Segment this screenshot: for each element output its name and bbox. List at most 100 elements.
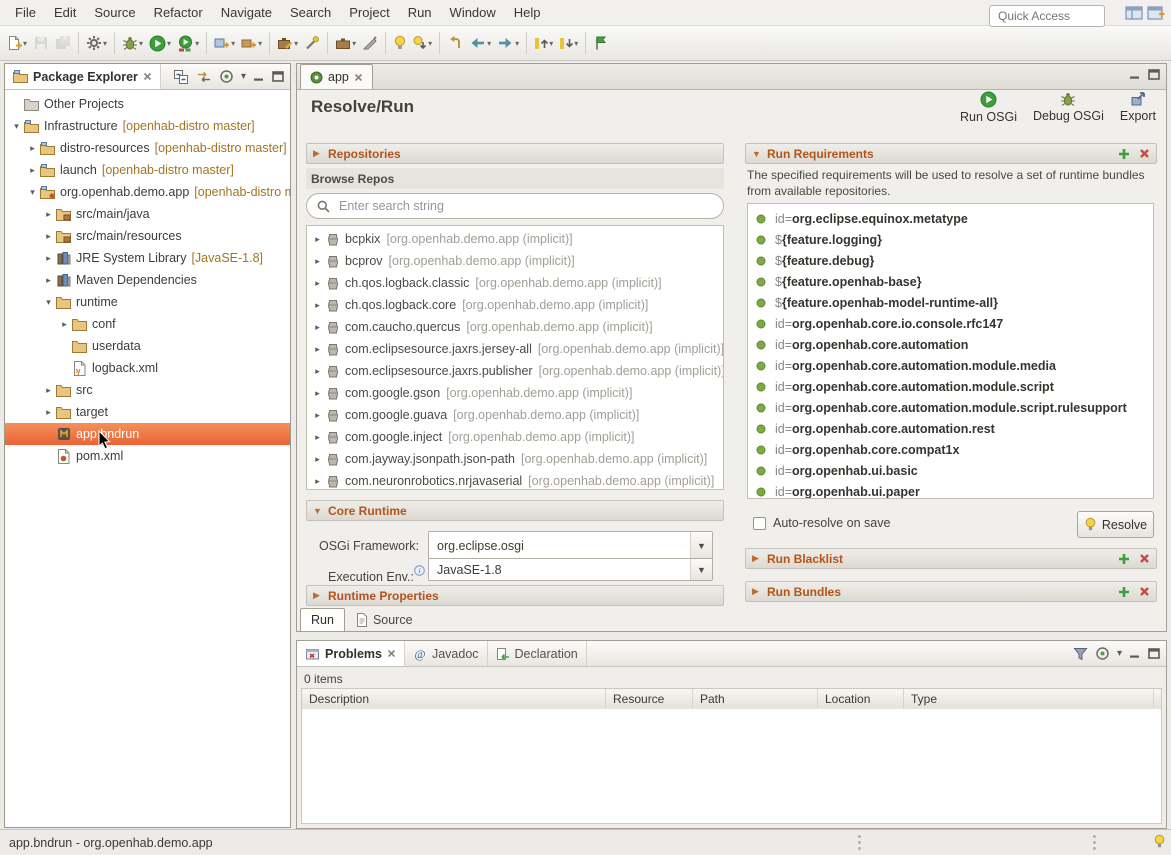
debug-osgi-button[interactable]: Debug OSGi [1033,91,1104,124]
new-java-package-button[interactable]: ▾ [239,31,264,55]
dropdown-arrow-icon[interactable]: ▾ [515,39,519,48]
twisty-collapsed-icon[interactable]: ▸ [42,407,55,418]
dropdown-arrow-icon[interactable]: ▾ [487,39,491,48]
menu-file[interactable]: File [6,1,45,24]
minimize-icon[interactable] [1129,69,1141,80]
twisty-collapsed-icon[interactable]: ▸ [42,209,55,220]
sash-grip[interactable] [858,835,861,838]
view-menu-icon[interactable]: ▾ [241,71,246,82]
twisty-collapsed-icon[interactable]: ▸ [311,454,324,465]
tree-item-conf[interactable]: ▸conf [5,313,290,335]
requirement-org-eclipse-equinox-metatype[interactable]: id=org.eclipse.equinox.metatype [748,208,1153,229]
menu-run[interactable]: Run [399,1,441,24]
quick-access-input[interactable] [989,5,1105,27]
tree-item-logback-xml[interactable]: logback.xml [5,357,290,379]
tree-item-jre-system-library[interactable]: ▸JRE System Library[JavaSE-1.8] [5,247,290,269]
twisty-collapsed-icon[interactable]: ▸ [26,143,39,154]
maximize-icon[interactable] [1148,69,1160,80]
menu-navigate[interactable]: Navigate [212,1,281,24]
close-icon[interactable] [387,649,396,658]
tree-item-userdata[interactable]: userdata [5,335,290,357]
requirement-org-openhab-core-io-console-rfc147[interactable]: id=org.openhab.core.io.console.rfc147 [748,313,1153,334]
tree-item-runtime[interactable]: ▾runtime [5,291,290,313]
run-osgi-button[interactable]: Run OSGi [960,91,1017,124]
twisty-expanded-icon[interactable]: ▾ [42,297,55,308]
dropdown-arrow-icon[interactable]: ▾ [231,39,235,48]
package-explorer-tab[interactable]: Package Explorer [5,64,161,89]
requirement-org-openhab-core-automation-rest[interactable]: id=org.openhab.core.automation.rest [748,418,1153,439]
requirement-org-openhab-ui-paper[interactable]: id=org.openhab.ui.paper [748,481,1153,499]
tree-item-target[interactable]: ▸target [5,401,290,423]
prev-annotation-button[interactable]: ▾ [532,31,555,55]
pin-editor-button[interactable] [591,31,609,55]
repo-item-com-google-guava[interactable]: ▸com.google.guava[org.openhab.demo.app (… [307,404,723,426]
requirement-feature-openhab-base[interactable]: ${feature.openhab-base} [748,271,1153,292]
chevron-down-icon[interactable]: ▼ [690,532,712,559]
requirement-org-openhab-core-compat1x[interactable]: id=org.openhab.core.compat1x [748,439,1153,460]
editor-page-tab-run[interactable]: Run [300,608,345,631]
twisty-expanded-icon[interactable]: ▾ [26,187,39,198]
forward-button[interactable]: ▾ [495,31,521,55]
maximize-icon[interactable] [1148,648,1160,659]
repo-item-com-jayway-jsonpath-json-path[interactable]: ▸com.jayway.jsonpath.json-path[org.openh… [307,448,723,470]
twisty-collapsed-icon[interactable]: ▸ [42,385,55,396]
remove-bundle-icon[interactable] [1139,586,1150,597]
repo-item-com-eclipsesource-jaxrs-publisher[interactable]: ▸com.eclipsesource.jaxrs.publisher[org.o… [307,360,723,382]
twisty-collapsed-icon[interactable]: ▸ [311,366,324,377]
minimize-icon[interactable] [253,71,265,82]
repo-item-bcprov[interactable]: ▸bcprov[org.openhab.demo.app (implicit)] [307,250,723,272]
tree-item-maven-dependencies[interactable]: ▸Maven Dependencies [5,269,290,291]
repo-item-bcpkix[interactable]: ▸bcpkix[org.openhab.demo.app (implicit)] [307,228,723,250]
collapse-all-icon[interactable] [173,69,189,85]
minimize-icon[interactable] [1129,648,1141,659]
dropdown-arrow-icon[interactable]: ▾ [549,39,553,48]
twisty-collapsed-icon[interactable]: ▸ [311,476,324,487]
twisty-expanded-icon[interactable]: ▾ [10,121,23,132]
repo-item-ch-qos-logback-classic[interactable]: ▸ch.qos.logback.classic[org.openhab.demo… [307,272,723,294]
dropdown-arrow-icon[interactable]: ▾ [23,39,27,48]
tool-button[interactable] [360,31,380,55]
debug-button[interactable]: ▾ [120,31,145,55]
annotations-button[interactable]: ▾ [411,31,434,55]
menu-help[interactable]: Help [505,1,550,24]
tips-lightbulb-icon[interactable] [1153,834,1166,849]
export-button[interactable]: Export [1120,91,1156,124]
repo-item-ch-qos-logback-core[interactable]: ▸ch.qos.logback.core[org.openhab.demo.ap… [307,294,723,316]
repo-item-com-google-inject[interactable]: ▸com.google.inject[org.openhab.demo.app … [307,426,723,448]
resolve-button[interactable]: Resolve [1077,511,1154,538]
dropdown-arrow-icon[interactable]: ▾ [167,39,171,48]
twisty-collapsed-icon[interactable]: ▸ [311,256,324,267]
requirement-org-openhab-core-automation-module-media[interactable]: id=org.openhab.core.automation.module.me… [748,355,1153,376]
open-task-button[interactable]: ▾ [333,31,358,55]
section-repositories[interactable]: ▶ Repositories [306,143,724,164]
auto-resolve-checkbox[interactable] [753,517,766,530]
column-header-resource[interactable]: Resource [606,689,693,709]
column-header-description[interactable]: Description [302,689,606,709]
add-blacklist-icon[interactable] [1118,553,1130,565]
column-header-path[interactable]: Path [693,689,818,709]
tree-item-distro-resources[interactable]: ▸distro-resources[openhab-distro master] [5,137,290,159]
requirement-feature-logging[interactable]: ${feature.logging} [748,229,1153,250]
group-by-icon[interactable] [1095,646,1110,661]
tree-item-other-projects[interactable]: Other Projects [5,93,290,115]
dropdown-arrow-icon[interactable]: ▾ [103,39,107,48]
twisty-collapsed-icon[interactable]: ▸ [311,344,324,355]
problems-table-body[interactable] [301,709,1162,824]
view-tab-javadoc[interactable]: @Javadoc [405,641,488,666]
menu-edit[interactable]: Edit [45,1,85,24]
build-settings-button[interactable]: ▾ [84,31,109,55]
twisty-collapsed-icon[interactable]: ▸ [311,322,324,333]
add-bundle-icon[interactable] [1118,586,1130,598]
column-header-location[interactable]: Location [818,689,904,709]
twisty-collapsed-icon[interactable]: ▸ [311,300,324,311]
add-requirement-icon[interactable] [1118,148,1130,160]
dropdown-arrow-icon[interactable]: ▾ [294,39,298,48]
remove-blacklist-icon[interactable] [1139,553,1150,564]
close-icon[interactable] [143,72,152,81]
link-with-editor-icon[interactable] [196,70,212,84]
remove-requirement-icon[interactable] [1139,148,1150,159]
tree-item-src-main-resources[interactable]: ▸src/main/resources [5,225,290,247]
coverage-button[interactable]: ▾ [175,31,201,55]
dropdown-arrow-icon[interactable]: ▾ [258,39,262,48]
menu-search[interactable]: Search [281,1,340,24]
